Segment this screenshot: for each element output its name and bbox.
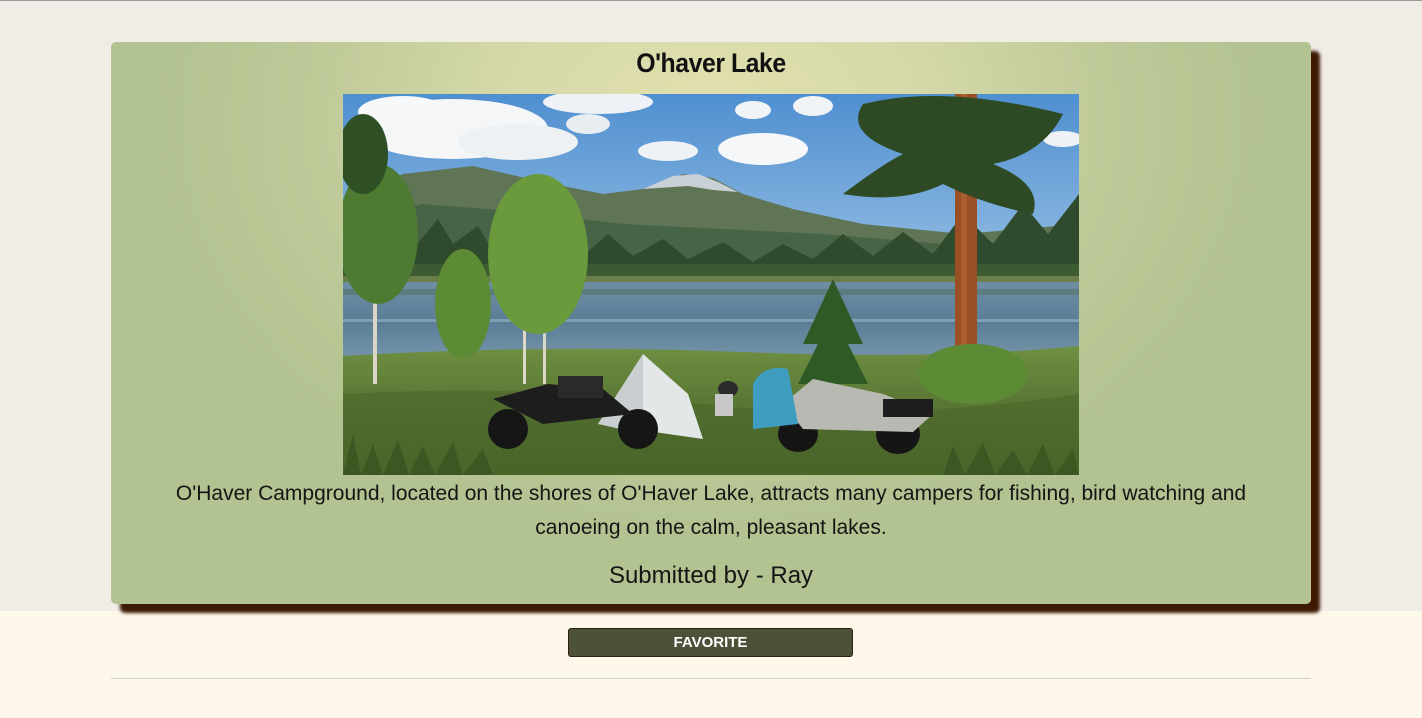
campground-card: O'haver Lake O'Haver Campground, located… (111, 42, 1311, 604)
submitted-by: Submitted by - Ray (608, 562, 814, 589)
campground-description: O'Haver Campground, located on the shore… (175, 482, 1247, 539)
favorite-button[interactable]: FAVORITE (568, 628, 853, 657)
campground-photo (343, 94, 1079, 475)
divider (111, 678, 1311, 679)
campground-title: O'haver Lake (636, 48, 786, 78)
